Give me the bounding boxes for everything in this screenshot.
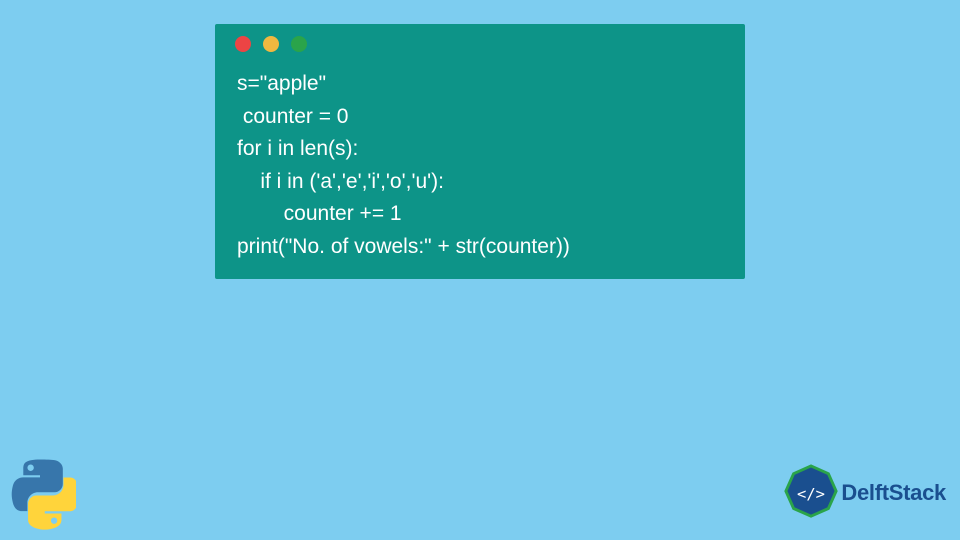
code-line: s="apple" xyxy=(237,72,326,95)
window-titlebar xyxy=(215,24,745,64)
code-line: counter += 1 xyxy=(237,202,402,225)
code-line: print("No. of vowels:" + str(counter)) xyxy=(237,235,570,258)
python-logo-icon xyxy=(4,458,76,530)
close-dot-icon xyxy=(235,36,251,52)
code-line: counter = 0 xyxy=(237,105,349,128)
code-line: if i in ('a','e','i','o','u'): xyxy=(237,170,444,193)
delftstack-logo: </> DelftStack xyxy=(782,464,946,522)
minimize-dot-icon xyxy=(263,36,279,52)
delftstack-badge-icon: </> xyxy=(782,464,840,522)
code-line: for i in len(s): xyxy=(237,137,358,160)
maximize-dot-icon xyxy=(291,36,307,52)
brand-name: DelftStack xyxy=(841,480,946,506)
svg-text:</>: </> xyxy=(797,485,825,503)
code-window: s="apple" counter = 0 for i in len(s): i… xyxy=(215,24,745,279)
code-content: s="apple" counter = 0 for i in len(s): i… xyxy=(215,64,745,265)
